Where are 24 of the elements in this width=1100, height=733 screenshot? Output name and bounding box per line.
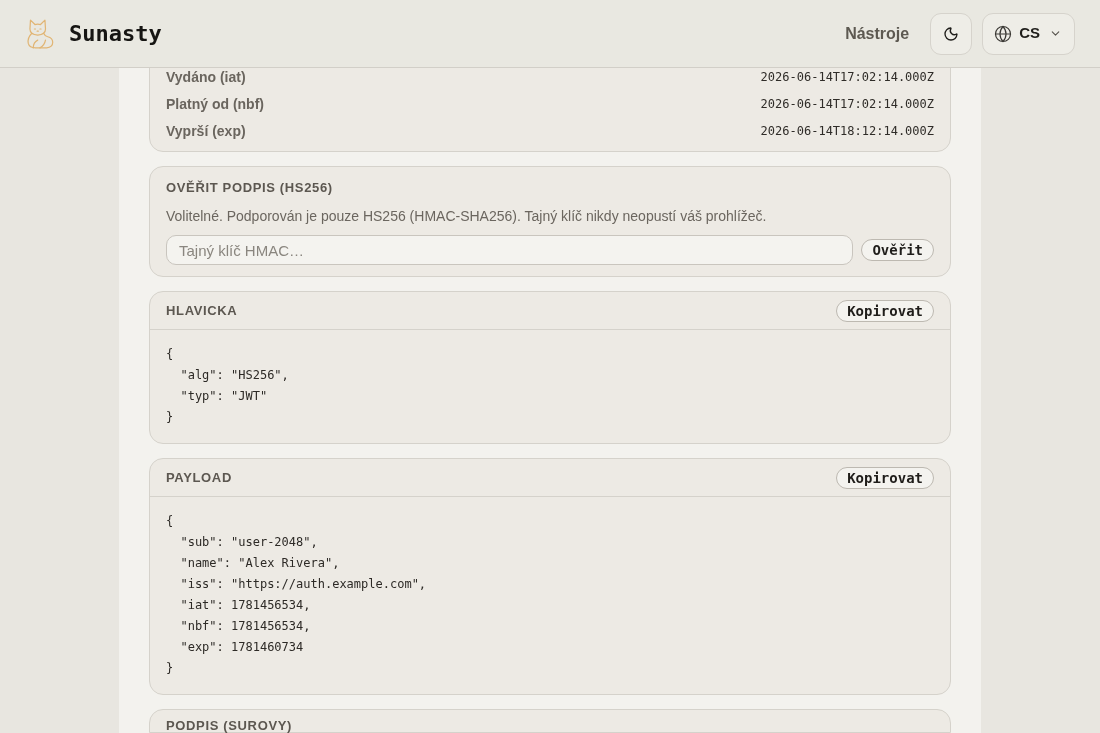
section-title: OVĚŘIT PODPIS (HS256) xyxy=(166,180,333,196)
secret-key-input[interactable]: Tajný klíč HMAC… xyxy=(166,235,854,265)
section-title: HLAVICKA xyxy=(166,302,238,319)
json-code-text: { "alg": "HS256", "typ": "JWT" } xyxy=(166,346,289,426)
claim-value: 2026-06-14T17:02:14.000Z xyxy=(760,95,934,112)
cat-logo-icon xyxy=(26,18,55,49)
json-code-text: { "sub": "user-2048", "name": "Alex Rivera", "iss": "https://auth.example.com", "iat": 1781456534, "nbf": 1781456534, "exp": 1781460734 } xyxy=(166,513,427,677)
verify-button[interactable]: Ověřit xyxy=(861,239,934,261)
section-title: PODPIS (SUROVY) xyxy=(166,719,293,732)
tools-link[interactable]: Nástroje xyxy=(845,21,910,46)
copy-button[interactable]: Kopirovat xyxy=(836,466,934,489)
claim-label: Platný od (nbf) xyxy=(166,95,264,112)
brand-name[interactable]: Sunasty xyxy=(69,22,162,45)
theme-toggle-button[interactable] xyxy=(930,12,973,55)
section-title: PAYLOAD xyxy=(166,469,232,486)
copy-button[interactable]: Kopirovat xyxy=(836,299,934,322)
claim-label: Vyprší (exp) xyxy=(166,122,246,139)
description-text: Volitelné. Podporován je pouze HS256 (HMAC-SHA256). Tajný klíč nikdy neopustí váš prohlížeč. xyxy=(166,207,767,226)
globe-icon xyxy=(994,24,1013,43)
claim-label: Vydáno (iat) xyxy=(166,68,246,85)
claim-value: 2026-06-14T17:02:14.000Z xyxy=(760,68,934,85)
moon-icon xyxy=(943,25,960,42)
claim-value: 2026-06-14T18:12:14.000Z xyxy=(760,122,934,139)
language-button[interactable]: CS xyxy=(982,12,1075,55)
